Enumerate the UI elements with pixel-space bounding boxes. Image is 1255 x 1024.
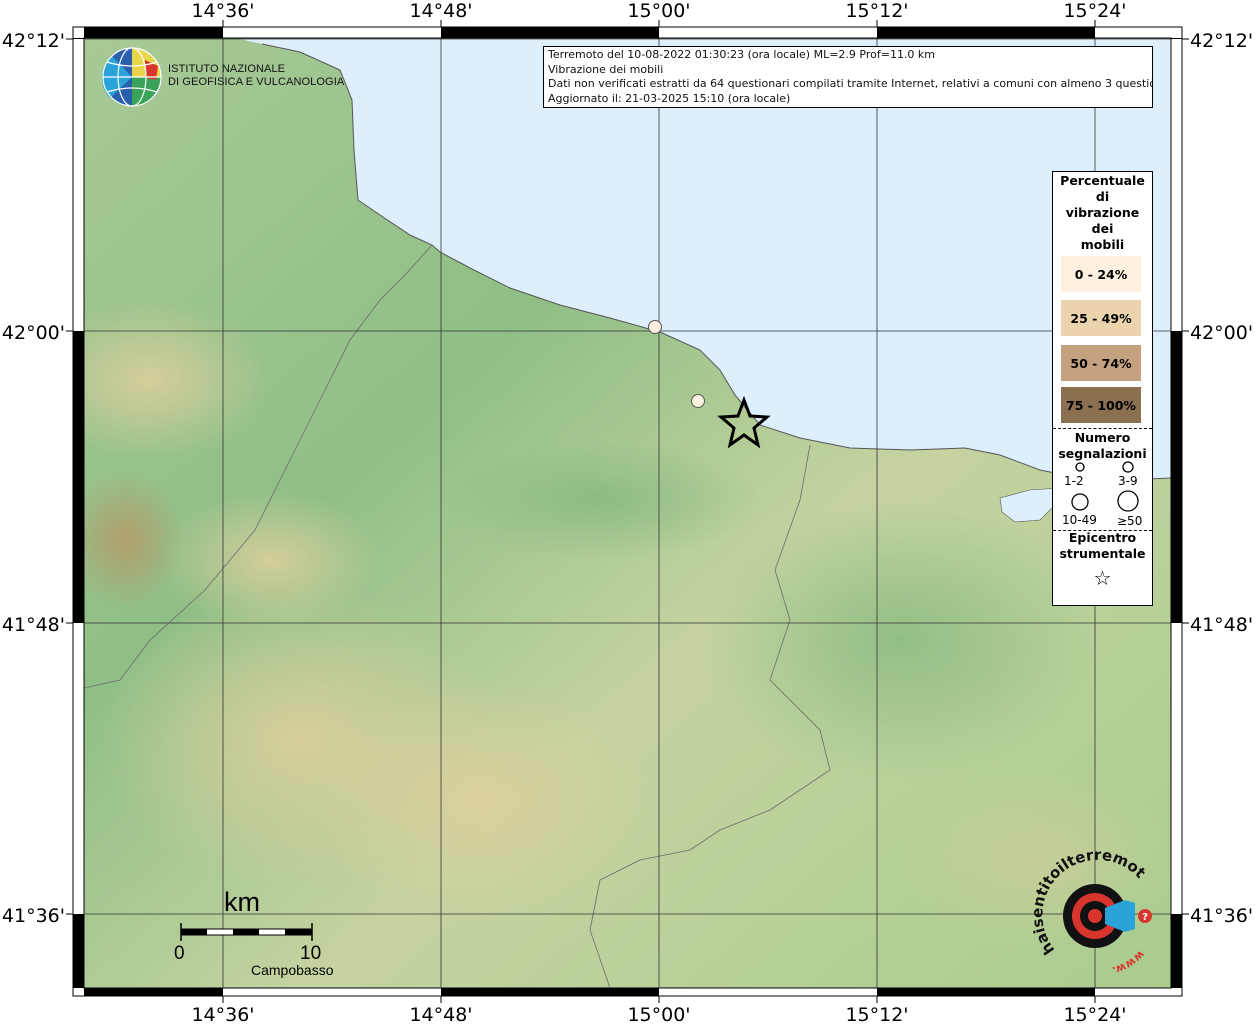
terrain-shade xyxy=(440,440,760,560)
lat-label-right: 42°00' xyxy=(1190,322,1253,344)
scale-unit-label: km xyxy=(224,887,260,917)
institute-line: ISTITUTO NAZIONALE xyxy=(168,63,286,75)
lon-label-bottom: 14°48' xyxy=(409,1004,472,1024)
legend-star-icon: ☆ xyxy=(1093,566,1112,590)
lon-label-bottom: 15°00' xyxy=(627,1004,690,1024)
lon-label-top: 15°12' xyxy=(845,0,908,22)
ingv-logo-icon xyxy=(101,47,162,107)
terrain-shade xyxy=(700,500,1100,780)
legend-class-1: 25 - 49% xyxy=(1061,300,1141,336)
lon-label-top: 14°36' xyxy=(191,0,254,22)
lat-label-left: 41°48' xyxy=(2,614,65,636)
legend-class-3: 75 - 100% xyxy=(1061,387,1141,423)
legend-epicenter-title: strumentale xyxy=(1059,546,1146,561)
info-line-event: Terremoto del 10-08-2022 01:30:23 (ora l… xyxy=(548,48,936,61)
legend-count-title: Numero xyxy=(1074,430,1131,445)
institute-line: DI GEOFISICA E VULCANOLOGIA xyxy=(168,76,345,88)
lat-label-right: 41°48' xyxy=(1190,614,1253,636)
lon-label-top: 14°48' xyxy=(409,0,472,22)
lon-label-bottom: 15°12' xyxy=(845,1004,908,1024)
info-line-data-note: Dati non verificati estratti da 64 quest… xyxy=(548,77,1153,90)
earthquake-info-box: Terremoto del 10-08-2022 01:30:23 (ora l… xyxy=(543,46,1153,108)
info-line-updated: Aggiornato il: 21-03-2025 15:10 (ora loc… xyxy=(548,91,791,105)
institute-name: ISTITUTO NAZIONALE DI GEOFISICA E VULCAN… xyxy=(168,63,344,89)
svg-text:?: ? xyxy=(1142,912,1148,923)
legend-count-label: 3-9 xyxy=(1118,474,1138,488)
lon-label-bottom: 15°24' xyxy=(1063,1004,1126,1024)
terrain-shade xyxy=(160,490,380,630)
legend-title-line: Percentuale xyxy=(1060,173,1145,188)
lat-label-left: 42°00' xyxy=(2,322,65,344)
info-line-parameter: Vibrazione dei mobili xyxy=(548,62,664,76)
lon-label-bottom: 14°36' xyxy=(191,1004,254,1024)
observation-marker[interactable] xyxy=(648,320,662,334)
lon-label-top: 15°24' xyxy=(1063,0,1126,22)
legend-count-label: 1-2 xyxy=(1064,474,1084,488)
lat-label-left: 42°12' xyxy=(2,30,65,52)
terrain-shade xyxy=(84,300,270,460)
lat-label-right: 41°36' xyxy=(1190,905,1253,927)
legend-title-line: dei xyxy=(1091,221,1114,236)
legend-count-label: ≥50 xyxy=(1117,514,1143,528)
scale-start-label: 0 xyxy=(174,943,185,964)
lat-label-right: 42°12' xyxy=(1190,30,1253,52)
legend-epicenter-title: Epicentro xyxy=(1068,530,1137,545)
town-label: Campobasso xyxy=(251,962,334,978)
legend-panel: Percentuale di vibrazione dei mobili 0 -… xyxy=(1052,171,1153,606)
observation-marker[interactable] xyxy=(691,394,705,408)
lat-label-left: 41°36' xyxy=(2,905,65,927)
legend-title-line: mobili xyxy=(1080,237,1125,252)
legend-title-line: di xyxy=(1095,189,1110,204)
legend-class-0: 0 - 24% xyxy=(1061,256,1141,292)
legend-title-line: vibrazione xyxy=(1065,205,1140,220)
legend-class-2: 50 - 74% xyxy=(1061,345,1141,381)
lon-label-top: 15°00' xyxy=(627,0,690,22)
legend-count-label: 10-49 xyxy=(1062,513,1097,527)
legend-separator xyxy=(1053,428,1152,429)
